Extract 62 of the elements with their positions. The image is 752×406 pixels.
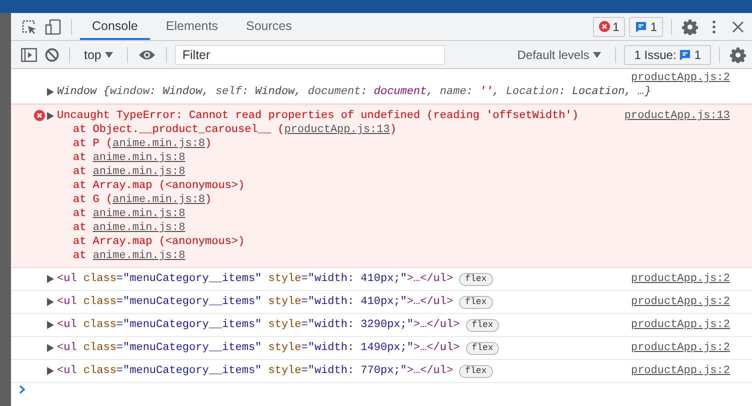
clear-console-icon[interactable] [43, 46, 61, 64]
log-levels-dropdown[interactable]: Default levels [511, 46, 608, 62]
expand-triangle-icon[interactable] [47, 112, 54, 120]
flex-badge[interactable]: flex [459, 364, 493, 378]
stack-trace-line: at G (anime.min.js:8) [72, 193, 213, 207]
source-link[interactable]: productApp.js:2 [630, 318, 730, 332]
stack-link[interactable]: anime.min.js:8 [92, 166, 186, 178]
stack-link[interactable]: anime.min.js:8 [112, 194, 206, 206]
stack-trace-line: at anime.min.js:8 [72, 207, 186, 221]
stack-link[interactable]: productApp.js:13 [284, 124, 390, 136]
element-preview: <ul class="menuCategory__items" style="width: 410px;">…</ul> [57, 272, 454, 286]
stack-trace-line: at Array.map (<anonymous>) [72, 179, 246, 193]
expand-triangle-icon[interactable] [47, 275, 54, 283]
expand-triangle-icon[interactable] [47, 88, 54, 96]
device-toolbar-icon[interactable] [43, 16, 63, 36]
expand-triangle-icon[interactable] [47, 298, 54, 306]
object-preview: Window {window: Window, self: Window, document: document, name: '', Location: Location, …} [57, 85, 652, 99]
element-preview: <ul class="menuCategory__items" style="width: 3290px;">…</ul> [57, 318, 460, 332]
error-icon [34, 110, 45, 121]
stack-link[interactable]: anime.min.js:8 [92, 152, 186, 164]
flex-badge[interactable]: flex [459, 272, 493, 286]
source-link[interactable]: productApp.js:2 [630, 272, 730, 286]
stack-trace-line: at anime.min.js:8 [72, 165, 186, 179]
flex-badge[interactable]: flex [466, 342, 500, 354]
stack-trace-line: at anime.min.js:8 [72, 221, 186, 235]
devtools-tab[interactable]: Elements [154, 13, 230, 40]
source-link[interactable]: productApp.js:2 [630, 364, 730, 378]
error-icon [598, 21, 610, 32]
source-link[interactable]: productApp.js:13 [624, 109, 730, 123]
dropdown-caret-icon [593, 52, 602, 58]
error-message: Uncaught TypeError: Cannot read properties of undefined (reading 'offsetWidth') [57, 109, 578, 123]
element-preview: <ul class="menuCategory__items" style="width: 1490px;">…</ul> [57, 341, 460, 355]
element-preview: <ul class="menuCategory__items" style="width: 410px;">…</ul> [57, 295, 454, 309]
source-link[interactable]: productApp.js:2 [630, 71, 730, 85]
flex-badge[interactable]: flex [459, 296, 493, 308]
stack-link[interactable]: anime.min.js:8 [92, 208, 186, 220]
stack-trace-line: at anime.min.js:8 [72, 151, 186, 165]
source-link[interactable]: productApp.js:2 [630, 295, 730, 309]
stack-link[interactable]: anime.min.js:8 [112, 138, 206, 150]
prompt-chevron-icon[interactable] [19, 385, 26, 394]
message-count-button[interactable]: 1 [629, 16, 663, 36]
stack-trace-line: at anime.min.js:8 [72, 249, 186, 263]
filter-field[interactable]: Filter [175, 44, 446, 64]
message-icon [635, 20, 648, 32]
stack-trace-line: at P (anime.min.js:8) [72, 137, 213, 151]
element-preview: <ul class="menuCategory__items" style="width: 770px;">…</ul> [57, 364, 454, 378]
error-count-button[interactable]: 1 [592, 16, 626, 36]
expand-triangle-icon[interactable] [47, 321, 54, 329]
source-link[interactable]: productApp.js:2 [630, 341, 730, 355]
stack-link[interactable]: anime.min.js:8 [92, 250, 186, 262]
context-selector[interactable]: top [78, 46, 120, 62]
message-icon [679, 48, 692, 60]
stack-link[interactable]: anime.min.js:8 [92, 222, 186, 234]
stack-trace-line: at Array.map (<anonymous>) [72, 235, 246, 249]
devtools-tab[interactable]: Sources [234, 13, 304, 40]
dropdown-caret-icon [105, 52, 114, 58]
sidebar-toggle-icon[interactable] [19, 46, 39, 64]
issues-button[interactable]: 1 Issue: 1 [624, 44, 711, 64]
expand-triangle-icon[interactable] [47, 344, 54, 352]
flex-badge[interactable]: flex [466, 318, 500, 332]
expand-triangle-icon[interactable] [47, 367, 54, 375]
stack-trace-line: at Object.__product_carousel__ (productApp.js:13) [72, 123, 398, 137]
